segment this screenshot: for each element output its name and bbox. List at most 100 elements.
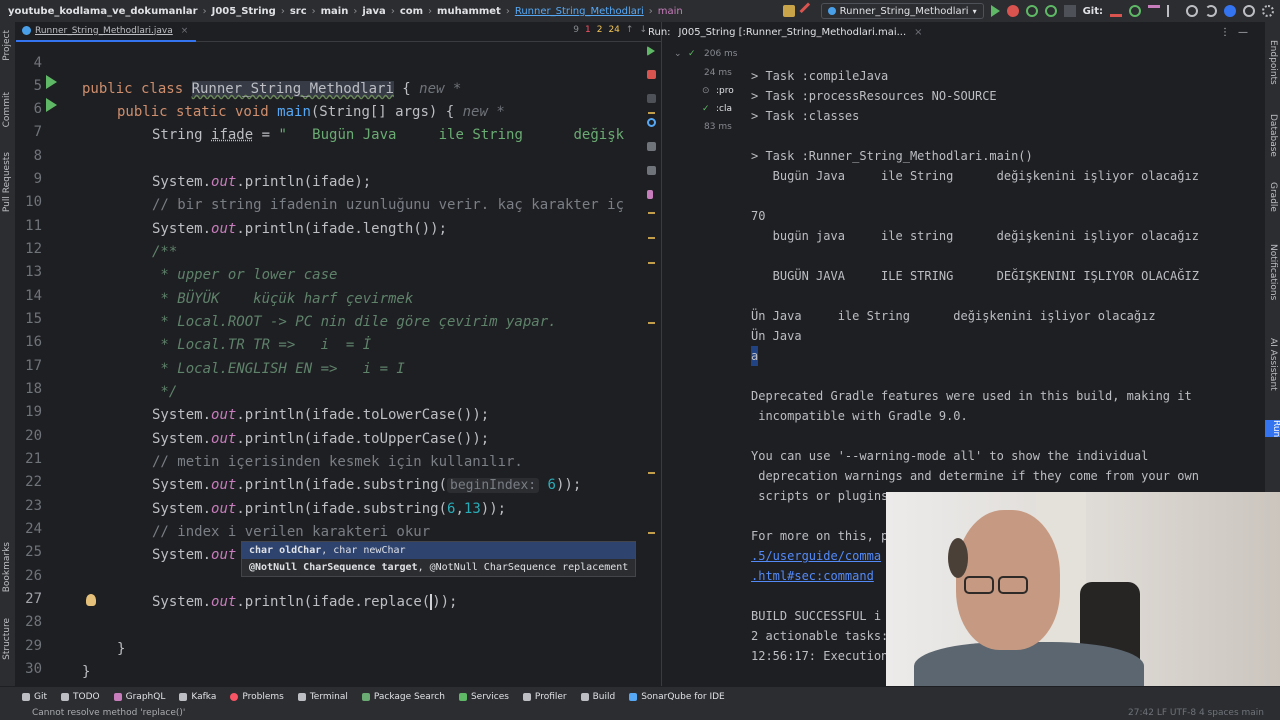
console-line: Bugün Java ile String değişkenini işliyo… bbox=[751, 169, 1199, 183]
tool-build[interactable]: Build bbox=[580, 692, 615, 702]
sort-icon[interactable] bbox=[647, 142, 656, 151]
left-tool-strip: Project Commit Pull Requests Bookmarks S… bbox=[0, 22, 16, 686]
breadcrumb-project[interactable]: youtube_kodlama_ve_dokumanlar bbox=[8, 6, 198, 17]
breadcrumb-separator: › bbox=[648, 5, 653, 17]
inspection-widget[interactable]: 9 1 2 24 ↑ ↓ bbox=[573, 25, 647, 35]
package-icon bbox=[361, 692, 370, 701]
profile-icon[interactable] bbox=[1044, 5, 1057, 17]
tree-task-cla[interactable]: :cla bbox=[716, 104, 732, 114]
parameter-signature-2[interactable]: @NotNull CharSequence target, @NotNull C… bbox=[242, 559, 635, 576]
tool-notifications[interactable]: Notifications bbox=[1268, 244, 1278, 300]
hammer-icon[interactable] bbox=[782, 5, 795, 17]
run-class-icon[interactable] bbox=[46, 75, 57, 89]
code-area[interactable]: public class Runner_String_Methodlari { … bbox=[72, 42, 642, 686]
keyword: public static void bbox=[117, 104, 278, 120]
breadcrumb-package[interactable]: muhammet bbox=[437, 6, 501, 17]
history-icon[interactable] bbox=[1186, 5, 1198, 17]
console-link[interactable]: .5/userguide/comma bbox=[751, 546, 881, 566]
rollback-icon[interactable] bbox=[1205, 5, 1217, 17]
warning-count-a: 2 bbox=[596, 25, 603, 35]
tool-kafka[interactable]: Kafka bbox=[179, 692, 216, 702]
code-text: )); bbox=[555, 477, 582, 493]
minimize-icon[interactable]: — bbox=[1238, 27, 1248, 38]
tool-gradle[interactable]: Gradle bbox=[1268, 182, 1278, 212]
tool-terminal[interactable]: Terminal bbox=[297, 692, 348, 702]
git-icon bbox=[22, 692, 30, 701]
tool-project[interactable]: Project bbox=[2, 30, 12, 61]
run-configuration-select[interactable]: Runner_String_Methodlari ▾ bbox=[820, 3, 984, 19]
tool-bookmarks[interactable]: Bookmarks bbox=[2, 542, 12, 592]
breadcrumb-method[interactable]: main bbox=[658, 6, 683, 17]
breadcrumb-main[interactable]: main bbox=[321, 6, 349, 17]
tool-problems[interactable]: Problems bbox=[230, 692, 284, 702]
tool-graphql[interactable]: GraphQL bbox=[113, 692, 165, 702]
code-text: .println(ifade.toUpperCase()); bbox=[236, 431, 490, 447]
console-line: 70 bbox=[751, 209, 766, 223]
breadcrumb-class[interactable]: Runner_String_Methodlari bbox=[515, 6, 644, 17]
code-text: System. bbox=[152, 407, 212, 423]
close-icon[interactable]: × bbox=[181, 26, 189, 36]
field: out bbox=[211, 221, 237, 237]
console-line: deprecation warnings and determine if th… bbox=[751, 469, 1199, 483]
git-push-icon[interactable] bbox=[1148, 5, 1160, 17]
update-icon[interactable] bbox=[1224, 5, 1236, 17]
tool-database[interactable]: Database bbox=[1268, 114, 1278, 157]
author-hint[interactable]: new * bbox=[411, 81, 461, 97]
rerun-icon[interactable] bbox=[647, 46, 655, 56]
settings-icon[interactable] bbox=[1262, 5, 1274, 17]
tool-todo[interactable]: TODO bbox=[61, 692, 100, 702]
tool-pull-requests[interactable]: Pull Requests bbox=[2, 152, 12, 212]
arrow-up-icon[interactable]: ↑ bbox=[626, 25, 634, 35]
field: out bbox=[211, 174, 237, 190]
debug-icon[interactable] bbox=[1006, 5, 1019, 17]
breadcrumb-com[interactable]: com bbox=[400, 6, 423, 17]
tool-services[interactable]: Services bbox=[458, 692, 509, 702]
git-update-icon[interactable] bbox=[1110, 5, 1122, 17]
run-tab[interactable]: J005_String [:Runner_String_Methodlari.m… bbox=[679, 27, 907, 38]
console-link[interactable]: .html#sec:command bbox=[751, 566, 874, 586]
more-icon[interactable]: ⋮ bbox=[1220, 27, 1230, 38]
tool-structure[interactable]: Structure bbox=[2, 618, 12, 660]
bottom-tool-bar: Git TODO GraphQL Kafka Problems Terminal… bbox=[0, 686, 1280, 706]
pause-icon[interactable] bbox=[647, 94, 656, 103]
tool-git[interactable]: Git bbox=[22, 692, 47, 702]
breadcrumb-module[interactable]: J005_String bbox=[212, 6, 276, 17]
stop-run-icon[interactable] bbox=[647, 70, 656, 79]
pin-icon[interactable] bbox=[647, 190, 653, 199]
author-hint[interactable]: new * bbox=[454, 104, 505, 120]
tool-ai-assistant[interactable]: AI Assistant bbox=[1268, 338, 1278, 391]
status-right-info[interactable]: 27:42 LF UTF-8 4 spaces main bbox=[1128, 706, 1264, 720]
search-icon[interactable] bbox=[1243, 5, 1255, 17]
coverage-icon[interactable] bbox=[1025, 5, 1038, 17]
tree-collapse-icon[interactable]: ⌄ bbox=[674, 49, 682, 59]
tool-run[interactable]: Run bbox=[1265, 420, 1280, 438]
close-icon[interactable]: × bbox=[914, 27, 922, 38]
run-icon[interactable] bbox=[990, 5, 1000, 17]
tool-commit[interactable]: Commit bbox=[2, 92, 12, 127]
expand-icon[interactable] bbox=[647, 166, 656, 175]
stop-icon[interactable] bbox=[1063, 5, 1076, 17]
profiler-icon bbox=[522, 692, 531, 701]
tool-package-search[interactable]: Package Search bbox=[361, 692, 445, 702]
tab-runner-string-methodlari[interactable]: Runner_String_Methodlari.java × bbox=[16, 22, 197, 42]
breadcrumb-java[interactable]: java bbox=[362, 6, 385, 17]
git-commit-icon[interactable] bbox=[1129, 5, 1141, 17]
tool-profiler[interactable]: Profiler bbox=[522, 692, 567, 702]
line-number: 15 bbox=[25, 311, 42, 327]
run-main-icon[interactable] bbox=[46, 98, 57, 112]
eye-icon[interactable] bbox=[647, 118, 656, 127]
console-line: Ün Java ile String değişkenini işliyor o… bbox=[751, 309, 1156, 323]
tool-sonarqube[interactable]: SonarQube for IDE bbox=[629, 692, 725, 702]
field: out bbox=[211, 407, 237, 423]
breadcrumb-separator: › bbox=[202, 5, 207, 17]
line-number: 26 bbox=[25, 568, 42, 584]
hammer-red-icon[interactable] bbox=[799, 2, 817, 20]
breadcrumb-src[interactable]: src bbox=[290, 6, 307, 17]
git-branch-icon[interactable] bbox=[1167, 5, 1179, 17]
tool-endpoints[interactable]: Endpoints bbox=[1268, 40, 1278, 85]
code-text: )); bbox=[480, 501, 507, 517]
parameter-signature-1[interactable]: char oldChar, char newChar bbox=[242, 542, 635, 559]
tree-task-pro[interactable]: :pro bbox=[716, 86, 734, 96]
doc-comment: /** bbox=[152, 244, 178, 260]
parameter-info-popup[interactable]: char oldChar, char newChar @NotNull Char… bbox=[241, 541, 636, 577]
